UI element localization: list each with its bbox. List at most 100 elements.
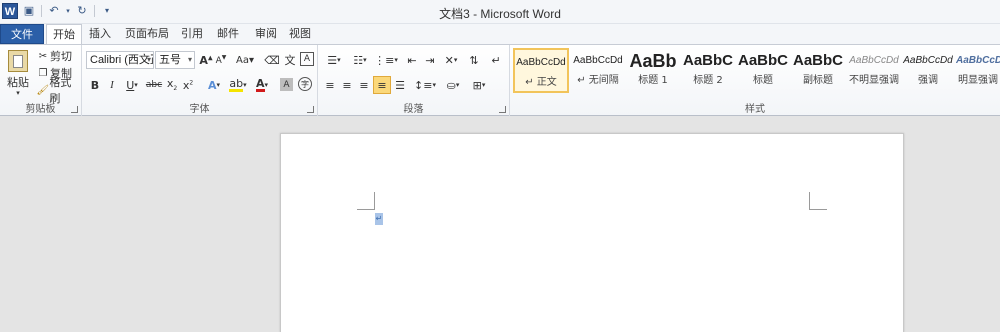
justify-button[interactable]: ≡	[373, 76, 391, 94]
format-painter-button[interactable]: 🖌 格式刷	[36, 76, 81, 105]
highlight-button[interactable]: ab ▾	[228, 77, 248, 93]
clipboard-group: 粘贴 ▾ ✂ 剪切 ❐ 复制 🖌 格式刷 剪贴板	[0, 45, 82, 117]
font-name-dropdown-icon[interactable]: ▾	[147, 52, 151, 68]
tab-page-layout[interactable]: 页面布局	[120, 24, 174, 44]
paragraph-launcher-icon[interactable]	[499, 106, 506, 113]
copy-icon: ❐	[38, 67, 48, 79]
font-size-dropdown-icon[interactable]: ▾	[188, 52, 192, 68]
italic-button[interactable]: I	[105, 77, 119, 93]
align-left-button[interactable]: ≡	[322, 77, 338, 93]
clipboard-launcher-icon[interactable]	[71, 106, 78, 113]
shading-button[interactable]: ⛀ ▾	[442, 77, 464, 93]
paragraph-mark: ↵	[375, 213, 383, 225]
numbering-button[interactable]: ☷ ▾	[348, 52, 372, 68]
style-name: ↵ 无间隔	[577, 75, 619, 86]
style-emphasis[interactable]: AaBbCcDd 强调	[902, 48, 954, 93]
grow-font-icon: A▲	[199, 53, 213, 67]
borders-button[interactable]: ⊞ ▾	[468, 77, 490, 93]
highlight-dropdown-icon[interactable]: ▾	[243, 81, 247, 89]
multilevel-list-dropdown-icon[interactable]: ▾	[394, 56, 398, 64]
bold-icon: B	[90, 78, 100, 92]
underline-button[interactable]: U ▾	[122, 77, 142, 93]
show-marks-button[interactable]: ↵	[488, 52, 504, 68]
distributed-button[interactable]: ☰	[392, 77, 408, 93]
superscript-button[interactable]: x2	[181, 77, 195, 93]
style-normal[interactable]: AaBbCcDd ↵ 正文	[513, 48, 569, 93]
paint-bucket-icon: ⛀	[446, 78, 456, 92]
paste-button[interactable]: 粘贴 ▾	[4, 48, 32, 98]
change-case-button[interactable]: Aa▾	[234, 52, 256, 68]
tab-home[interactable]: 开始	[46, 24, 82, 45]
font-launcher-icon[interactable]	[307, 106, 314, 113]
sort-button[interactable]: ⇅	[466, 52, 482, 68]
tab-view[interactable]: 视图	[284, 24, 316, 44]
style-subtle-emphasis[interactable]: AaBbCcDd 不明显强调	[846, 48, 902, 93]
line-spacing-button[interactable]: ↕≡ ▾	[414, 77, 436, 93]
bullets-dropdown-icon[interactable]: ▾	[337, 56, 341, 64]
shrink-font-button[interactable]: A▼	[214, 52, 228, 68]
shrink-font-icon: A▼	[215, 54, 227, 66]
text-effects-dropdown-icon[interactable]: ▾	[217, 81, 221, 89]
tab-mailings[interactable]: 邮件	[212, 24, 244, 44]
document-page[interactable]: ↵	[280, 133, 904, 332]
subscript-button[interactable]: x2	[165, 77, 179, 93]
numbering-icon: ☷	[353, 53, 364, 67]
font-color-button[interactable]: A ▾	[252, 77, 272, 93]
clipboard-group-label: 剪贴板	[25, 104, 56, 115]
text-effects-button[interactable]: A ▾	[204, 77, 224, 93]
tab-references[interactable]: 引用	[176, 24, 208, 44]
document-area[interactable]: ↵	[0, 116, 1000, 332]
increase-indent-button[interactable]: ⇥	[422, 52, 438, 68]
character-shading-button[interactable]: A	[280, 78, 293, 91]
bullets-button[interactable]: ☰ ▾	[322, 52, 346, 68]
font-color-dropdown-icon[interactable]: ▾	[265, 81, 269, 89]
style-preview: AaBbC	[682, 52, 733, 69]
style-name: 强调	[918, 75, 938, 86]
cut-button[interactable]: ✂ 剪切	[36, 48, 72, 64]
tab-review[interactable]: 审阅	[250, 24, 282, 44]
character-border-button[interactable]: A	[300, 52, 314, 66]
bold-button[interactable]: B	[88, 77, 102, 93]
decrease-indent-button[interactable]: ⇤	[404, 52, 420, 68]
borders-dropdown-icon[interactable]: ▾	[482, 81, 486, 89]
paste-dropdown-icon: ▾	[16, 88, 20, 97]
font-name-combo[interactable]: Calibri (西文正 ▾	[86, 51, 154, 69]
tab-file[interactable]: 文件	[0, 24, 44, 44]
font-size-value: 五号	[159, 54, 181, 66]
style-no-spacing[interactable]: AaBbCcDd ↵ 无间隔	[570, 48, 626, 93]
paste-icon	[8, 49, 28, 72]
style-heading-1[interactable]: AaBb 标题 1	[627, 48, 679, 93]
phonetic-guide-button[interactable]: 文	[282, 52, 298, 68]
paragraph-group: ☰ ▾ ☷ ▾ ⋮≡ ▾ ⇤ ⇥ ✕ ▾ ⇅ ↵ ≡ ≡ ≡ ≡ ☰ ↕≡ ▾ …	[318, 45, 510, 117]
style-heading-2[interactable]: AaBbC 标题 2	[682, 48, 734, 93]
line-spacing-dropdown-icon[interactable]: ▾	[432, 81, 436, 89]
shading-dropdown-icon[interactable]: ▾	[456, 81, 460, 89]
style-subtitle[interactable]: AaBbC 副标题	[792, 48, 844, 93]
multilevel-list-button[interactable]: ⋮≡ ▾	[374, 52, 398, 68]
tab-insert[interactable]: 插入	[84, 24, 116, 44]
text-effects-icon: A	[207, 78, 217, 92]
style-title[interactable]: AaBbC 标题	[737, 48, 789, 93]
clear-formatting-button[interactable]: ⌫	[264, 52, 280, 68]
superscript-icon: x2	[182, 78, 194, 92]
chinese-layout-button[interactable]: ✕ ▾	[440, 52, 462, 68]
align-right-icon: ≡	[359, 78, 369, 92]
character-border-icon: A	[303, 54, 311, 64]
style-intense-emphasis[interactable]: AaBbCcDd 明显强调	[956, 48, 1000, 93]
underline-dropdown-icon[interactable]: ▾	[134, 81, 138, 89]
chinese-layout-dropdown-icon[interactable]: ▾	[454, 56, 458, 64]
numbering-dropdown-icon[interactable]: ▾	[363, 56, 367, 64]
bullets-icon: ☰	[327, 53, 338, 67]
style-preview: AaBbC	[792, 52, 843, 69]
italic-icon: I	[110, 79, 114, 91]
underline-icon: U	[126, 78, 135, 92]
align-center-icon: ≡	[342, 78, 352, 92]
enclose-characters-button[interactable]: 字	[298, 77, 312, 91]
font-size-combo[interactable]: 五号 ▾	[155, 51, 195, 69]
phonetic-guide-icon: 文	[284, 54, 296, 67]
align-right-button[interactable]: ≡	[356, 77, 372, 93]
ribbon-tabs: 文件 开始 插入 页面布局 引用 邮件 审阅 视图	[0, 24, 1000, 45]
strikethrough-button[interactable]: abc	[146, 77, 162, 93]
align-center-button[interactable]: ≡	[339, 77, 355, 93]
grow-font-button[interactable]: A▲	[199, 52, 213, 68]
